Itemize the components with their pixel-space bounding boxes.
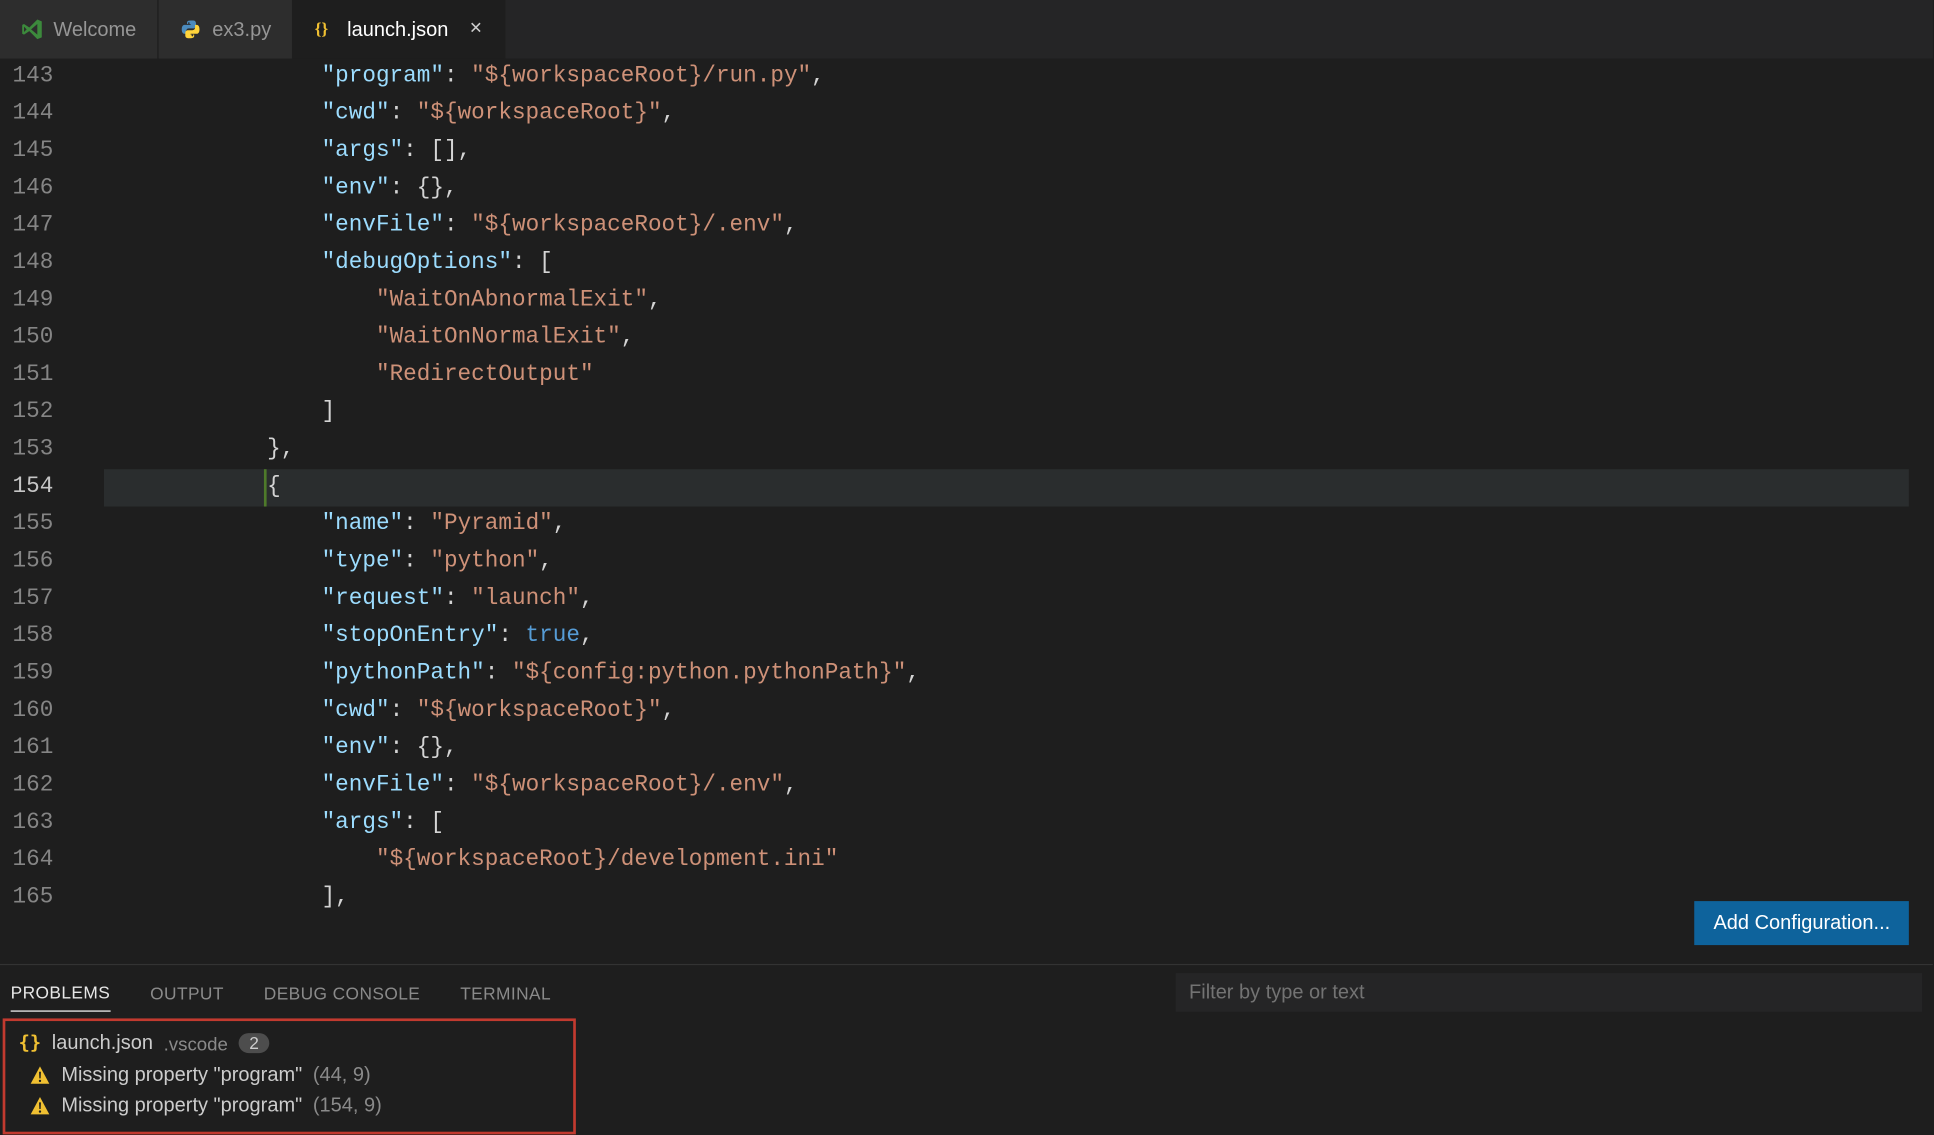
python-icon (180, 19, 201, 40)
problem-folder: .vscode (164, 1032, 228, 1053)
panel-tab-debug-console[interactable]: DEBUG CONSOLE (264, 980, 420, 1003)
tab-welcome[interactable]: Welcome (0, 0, 159, 59)
tab-label: ex3.py (212, 18, 271, 41)
warning-icon (29, 1095, 50, 1116)
line-number-gutter: 1431441451461471481491501511521531541551… (0, 59, 77, 964)
scrollbar[interactable] (1909, 59, 1933, 964)
json-icon: {} (315, 19, 336, 40)
problem-location: (44, 9) (313, 1064, 371, 1087)
problem-file-name: launch.json (52, 1032, 153, 1055)
editor-tabbar: Welcome ex3.py {} launch.json × (0, 0, 1933, 59)
panel-tab-problems[interactable]: PROBLEMS (11, 972, 111, 1012)
svg-text:{}: {} (315, 20, 329, 39)
panel-tabbar: PROBLEMS OUTPUT DEBUG CONSOLE TERMINAL (0, 965, 1933, 1018)
warning-icon (29, 1064, 50, 1085)
add-configuration-button[interactable]: Add Configuration... (1695, 901, 1909, 945)
close-icon[interactable]: × (470, 17, 482, 41)
problem-file-group[interactable]: {} launch.json .vscode 2 (5, 1026, 573, 1059)
panel-tab-terminal[interactable]: TERMINAL (460, 980, 551, 1003)
json-icon: {} (19, 1032, 41, 1053)
problems-filter-input[interactable] (1176, 972, 1922, 1011)
panel-tab-output[interactable]: OUTPUT (150, 980, 224, 1003)
problems-list: {} launch.json .vscode 2 Missing propert… (3, 1018, 576, 1134)
tab-launch-json[interactable]: {} launch.json × (294, 0, 505, 59)
fold-gutter (77, 59, 104, 964)
problem-message: Missing property "program" (61, 1094, 302, 1117)
problem-message: Missing property "program" (61, 1064, 302, 1087)
bottom-panel: PROBLEMS OUTPUT DEBUG CONSOLE TERMINAL {… (0, 964, 1933, 1135)
tab-label: launch.json (347, 18, 448, 41)
code-area[interactable]: "program": "${workspaceRoot}/run.py", "c… (104, 59, 1909, 964)
problem-count-badge: 2 (239, 1033, 270, 1053)
code-editor[interactable]: 1431441451461471481491501511521531541551… (0, 59, 1933, 964)
problem-location: (154, 9) (313, 1094, 382, 1117)
problem-item[interactable]: Missing property "program" (44, 9) (5, 1060, 573, 1091)
problem-item[interactable]: Missing property "program" (154, 9) (5, 1090, 573, 1121)
vscode-icon (21, 19, 42, 40)
tab-ex3-py[interactable]: ex3.py (159, 0, 294, 59)
tab-label: Welcome (53, 18, 136, 41)
